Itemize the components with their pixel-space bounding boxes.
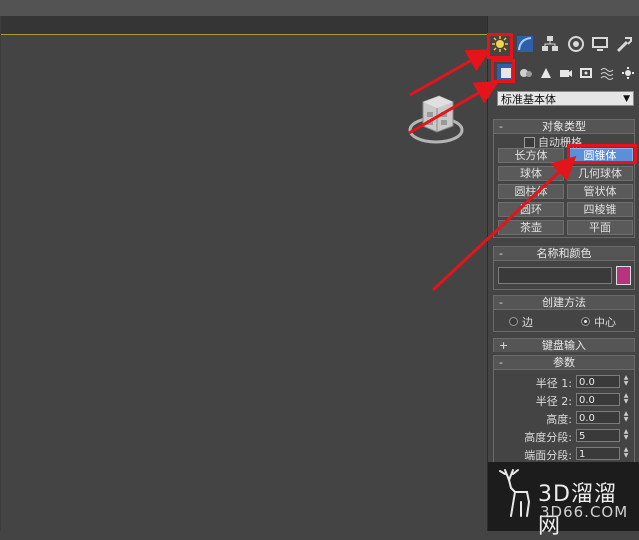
command-panel: 标准基本体 ▼ - 对象类型 自动栅格 长方体 圆锥体 球体 几何球体 圆柱体 管状体 圆环…	[487, 16, 639, 531]
hierarchy-tab-icon[interactable]	[540, 34, 560, 54]
edge-radio[interactable]	[509, 317, 518, 326]
expand-sign: +	[499, 339, 509, 352]
watermark-url: 3D66.COM	[540, 503, 629, 521]
highlight-geometry-subtab	[491, 59, 515, 83]
collapse-sign: -	[499, 120, 503, 133]
parameter-row: 端面分段: 1 ▲ ▼	[494, 446, 634, 463]
view-cube-icon[interactable]	[405, 88, 467, 150]
spinner-arrows-icon[interactable]: ▲ ▼	[622, 411, 630, 424]
object-type-rollout-header[interactable]: - 对象类型	[494, 120, 634, 134]
creation-method-rollout: - 创建方法 边 中心	[493, 295, 635, 332]
object-type-button[interactable]: 管状体	[567, 184, 633, 199]
parameter-label: 半径 2:	[535, 395, 572, 408]
parameter-label: 高度:	[546, 413, 572, 426]
object-type-button[interactable]: 四棱锥	[567, 202, 633, 217]
motion-tab-icon[interactable]	[566, 34, 586, 54]
object-type-button[interactable]: 圆环	[498, 202, 564, 217]
rollout-title: 键盘输入	[542, 339, 586, 352]
chevron-down-icon: ▼	[623, 94, 630, 104]
parameter-input[interactable]: 5	[576, 429, 620, 442]
viewport-frame	[0, 16, 487, 532]
object-type-button[interactable]: 平面	[567, 220, 633, 235]
parameter-label: 半径 1:	[535, 377, 572, 390]
collapse-sign: -	[499, 296, 503, 309]
rollout-title: 创建方法	[542, 296, 586, 309]
highlight-cone-button	[567, 144, 637, 164]
center-radio-label: 中心	[594, 316, 616, 329]
spinner-arrows-icon[interactable]: ▲ ▼	[622, 393, 630, 406]
object-type-rollout: - 对象类型 自动栅格 长方体 圆锥体 球体 几何球体 圆柱体 管状体 圆环 四棱锥 茶壶 平面	[493, 119, 635, 238]
rollout-title: 名称和颜色	[536, 247, 592, 260]
object-name-input[interactable]	[498, 267, 612, 284]
object-type-button[interactable]: 几何球体	[567, 166, 633, 181]
systems-subtab-icon[interactable]	[619, 64, 637, 82]
object-type-button[interactable]: 圆柱体	[498, 184, 564, 199]
parameters-rollout: - 参数 半径 1: 0.0 ▲ ▼ 半径 2: 0.0 ▲ ▼ 高度: 0.0 ▲ ▼ 高度分段: 5 ▲…	[493, 355, 635, 465]
autogrid-checkbox[interactable]	[524, 137, 535, 148]
spinner-arrows-icon[interactable]: ▲ ▼	[622, 447, 630, 460]
name-color-rollout-header[interactable]: - 名称和颜色	[494, 247, 634, 261]
dropdown-value: 标准基本体	[501, 93, 556, 106]
parameter-input[interactable]: 0.0	[576, 411, 620, 424]
highlight-create-tab	[487, 33, 513, 59]
object-type-button[interactable]: 长方体	[498, 148, 564, 163]
spinner-arrows-icon[interactable]: ▲ ▼	[622, 375, 630, 388]
parameter-label: 高度分段:	[524, 431, 572, 444]
name-color-rollout: - 名称和颜色	[493, 246, 635, 290]
parameters-rollout-header[interactable]: - 参数	[494, 356, 634, 370]
perspective-viewport[interactable]	[1, 34, 487, 532]
top-toolbar-strip	[0, 0, 639, 17]
edge-radio-label: 边	[522, 316, 533, 329]
parameter-row: 半径 1: 0.0 ▲ ▼	[494, 374, 634, 391]
utilities-tab-icon[interactable]	[615, 34, 635, 54]
display-tab-icon[interactable]	[590, 34, 610, 54]
spinner-arrows-icon[interactable]: ▲ ▼	[622, 429, 630, 442]
rollout-title: 对象类型	[542, 120, 586, 133]
keyboard-entry-rollout-header[interactable]: + 键盘输入	[494, 339, 634, 352]
lights-subtab-icon[interactable]	[537, 64, 555, 82]
object-type-button[interactable]: 球体	[498, 166, 564, 181]
parameter-row: 半径 2: 0.0 ▲ ▼	[494, 392, 634, 409]
keyboard-entry-rollout: + 键盘输入	[493, 338, 635, 352]
creation-method-rollout-header[interactable]: - 创建方法	[494, 296, 634, 310]
center-radio[interactable]	[581, 317, 590, 326]
collapse-sign: -	[499, 247, 503, 260]
parameter-input[interactable]: 1	[576, 447, 620, 460]
parameter-input[interactable]: 0.0	[576, 375, 620, 388]
modify-tab-icon[interactable]	[515, 34, 535, 54]
shapes-subtab-icon[interactable]	[517, 64, 535, 82]
collapse-sign: -	[499, 356, 503, 369]
parameter-row: 高度: 0.0 ▲ ▼	[494, 410, 634, 427]
parameter-row: 高度分段: 5 ▲ ▼	[494, 428, 634, 445]
object-color-swatch[interactable]	[616, 266, 631, 285]
object-type-button[interactable]: 茶壶	[498, 220, 564, 235]
rollout-title: 参数	[553, 356, 575, 369]
primitive-category-dropdown[interactable]: 标准基本体 ▼	[497, 91, 634, 106]
cameras-subtab-icon[interactable]	[557, 64, 575, 82]
deer-logo-icon	[499, 469, 531, 517]
parameter-label: 端面分段:	[524, 449, 572, 462]
helpers-subtab-icon[interactable]	[577, 64, 595, 82]
space-warps-subtab-icon[interactable]	[598, 64, 616, 82]
parameter-input[interactable]: 0.0	[576, 393, 620, 406]
